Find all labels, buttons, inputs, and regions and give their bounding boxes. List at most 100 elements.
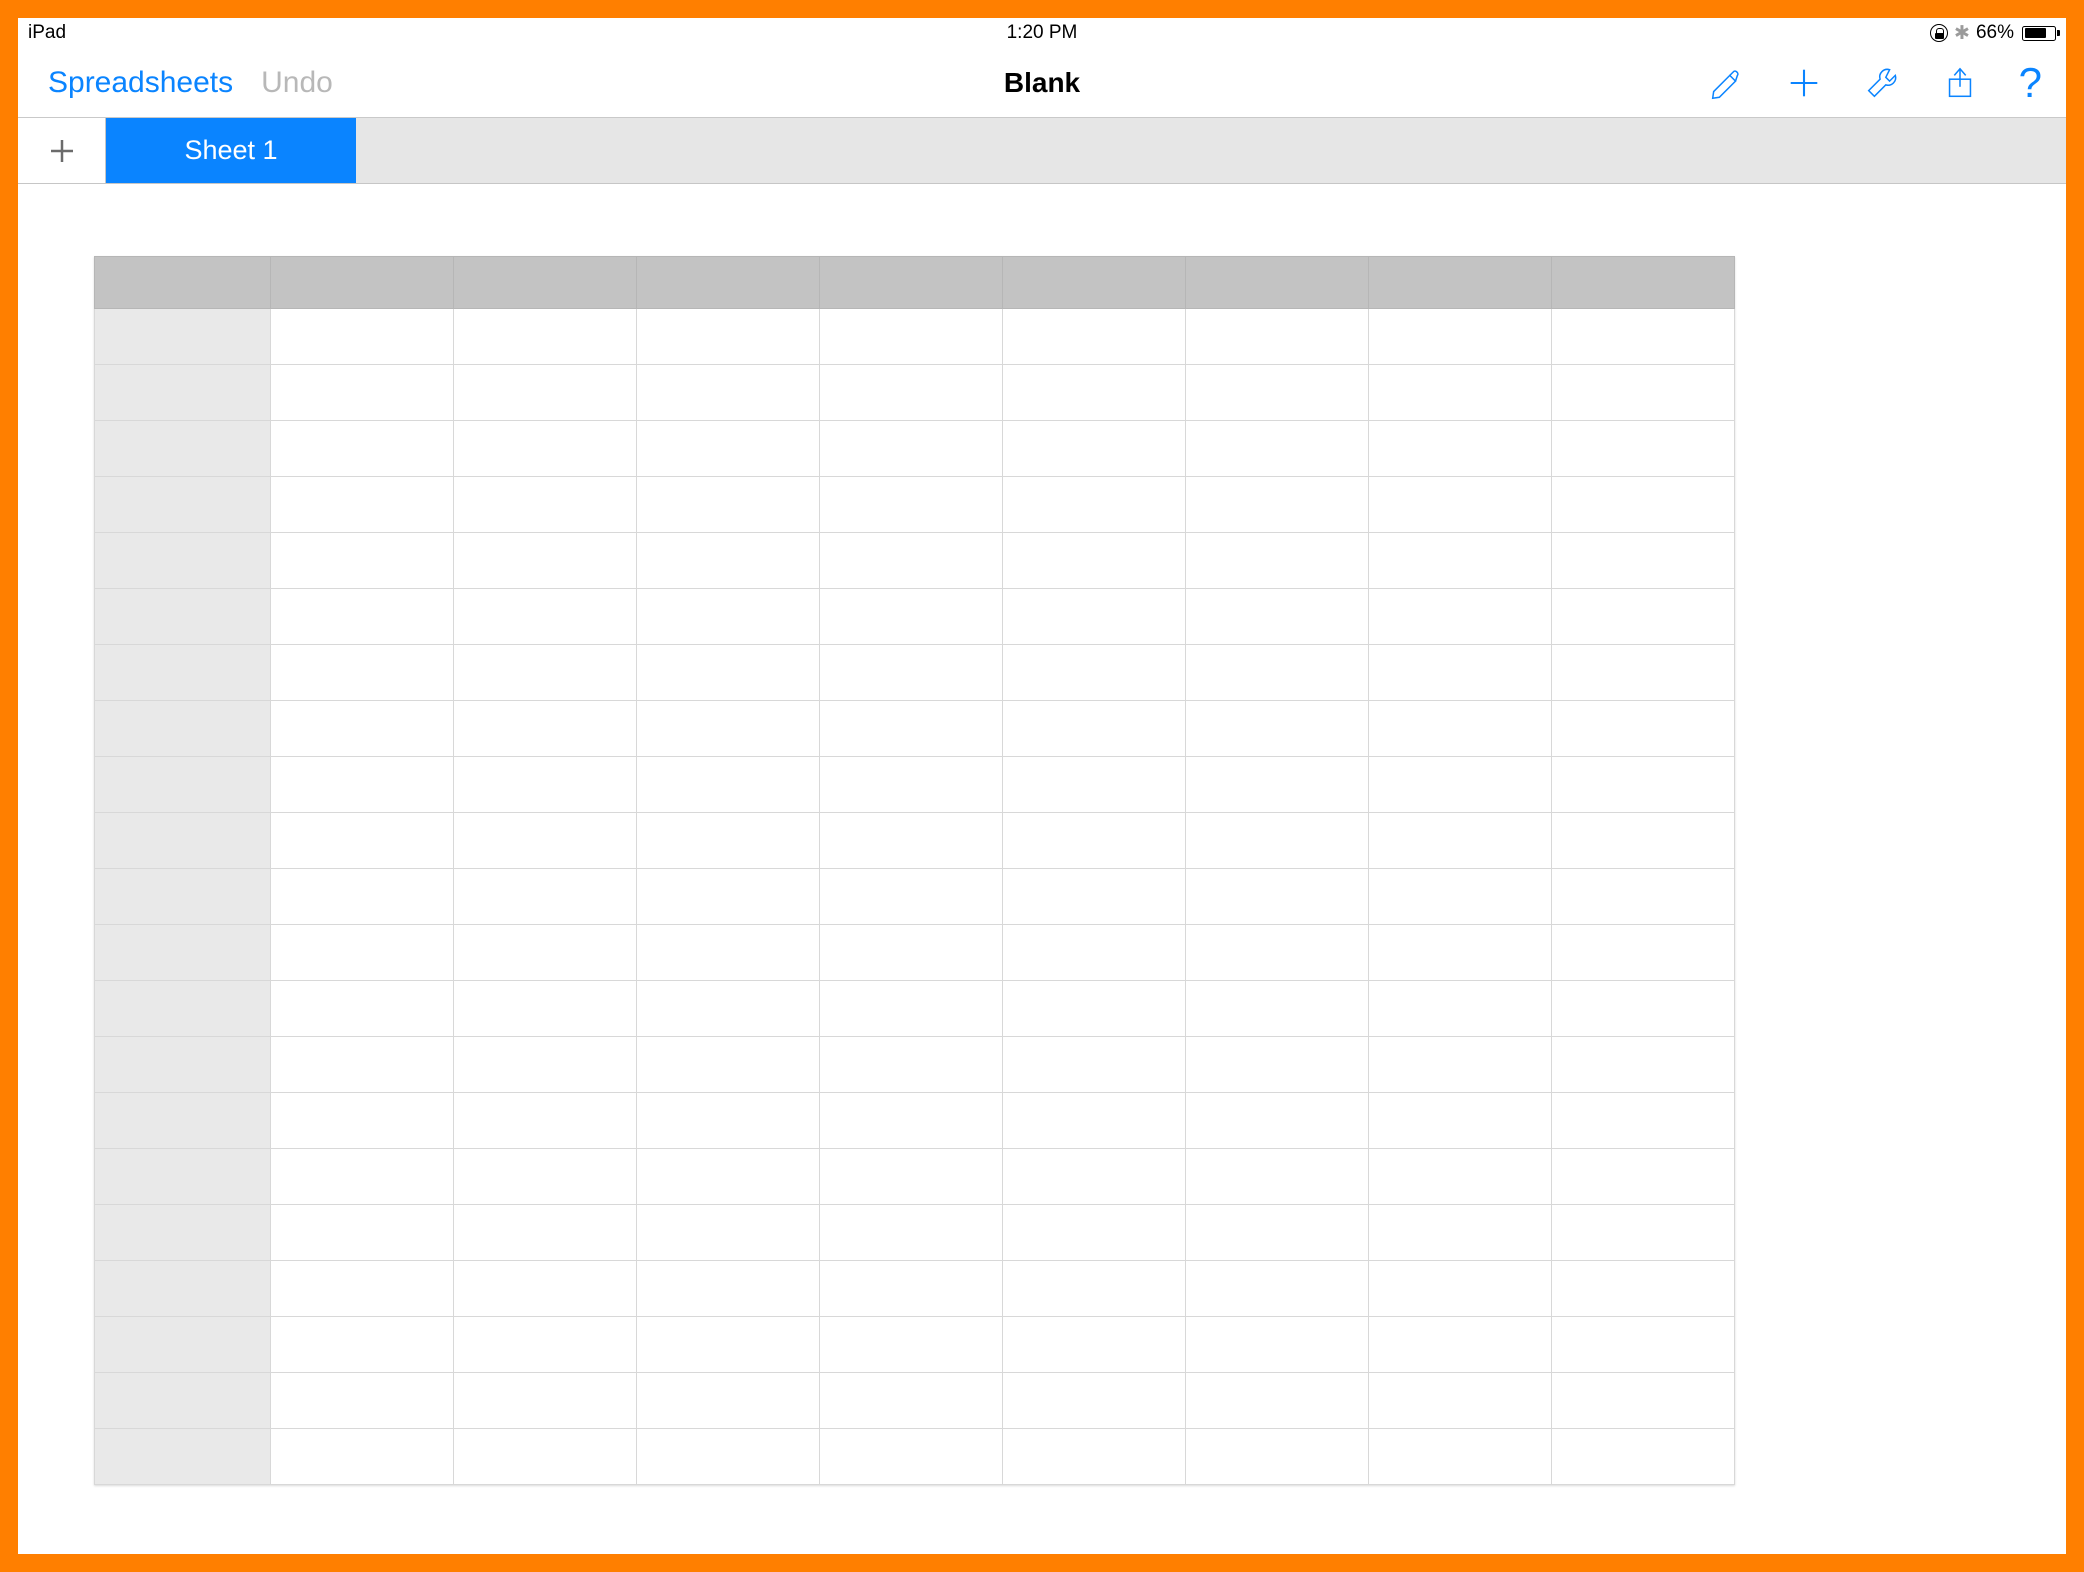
cell[interactable] bbox=[271, 869, 454, 925]
column-header[interactable] bbox=[820, 257, 1003, 309]
spreadsheet-canvas[interactable] bbox=[18, 184, 2066, 1554]
cell[interactable] bbox=[454, 309, 637, 365]
cell[interactable] bbox=[820, 1149, 1003, 1205]
cell[interactable] bbox=[1369, 365, 1552, 421]
cell[interactable] bbox=[454, 1037, 637, 1093]
cell[interactable] bbox=[637, 1317, 820, 1373]
cell[interactable] bbox=[271, 1261, 454, 1317]
column-header[interactable] bbox=[1003, 257, 1186, 309]
cell[interactable] bbox=[1369, 1429, 1552, 1485]
cell[interactable] bbox=[271, 701, 454, 757]
row-header[interactable] bbox=[95, 981, 271, 1037]
cell[interactable] bbox=[1186, 645, 1369, 701]
cell[interactable] bbox=[1552, 533, 1735, 589]
cell[interactable] bbox=[454, 1205, 637, 1261]
insert-plus-icon[interactable] bbox=[1785, 64, 1823, 102]
cell[interactable] bbox=[637, 477, 820, 533]
cell[interactable] bbox=[454, 701, 637, 757]
cell[interactable] bbox=[454, 477, 637, 533]
cell[interactable] bbox=[454, 589, 637, 645]
cell[interactable] bbox=[1003, 981, 1186, 1037]
row-header[interactable] bbox=[95, 589, 271, 645]
back-button[interactable]: Spreadsheets bbox=[48, 66, 233, 100]
cell[interactable] bbox=[1003, 421, 1186, 477]
cell[interactable] bbox=[1552, 1037, 1735, 1093]
cell[interactable] bbox=[820, 589, 1003, 645]
cell[interactable] bbox=[1003, 1205, 1186, 1261]
cell[interactable] bbox=[1369, 981, 1552, 1037]
cell[interactable] bbox=[1552, 365, 1735, 421]
cell[interactable] bbox=[454, 1317, 637, 1373]
column-header[interactable] bbox=[1186, 257, 1369, 309]
cell[interactable] bbox=[1552, 309, 1735, 365]
cell[interactable] bbox=[271, 813, 454, 869]
cell[interactable] bbox=[1186, 533, 1369, 589]
sheet-tab-active[interactable]: Sheet 1 bbox=[106, 118, 356, 183]
cell[interactable] bbox=[271, 1149, 454, 1205]
row-header[interactable] bbox=[95, 813, 271, 869]
cell[interactable] bbox=[1003, 1037, 1186, 1093]
cell[interactable] bbox=[1369, 757, 1552, 813]
row-header[interactable] bbox=[95, 1205, 271, 1261]
cell[interactable] bbox=[454, 533, 637, 589]
cell[interactable] bbox=[820, 1373, 1003, 1429]
cell[interactable] bbox=[1003, 1149, 1186, 1205]
cell[interactable] bbox=[1552, 925, 1735, 981]
cell[interactable] bbox=[271, 757, 454, 813]
cell[interactable] bbox=[820, 869, 1003, 925]
cell[interactable] bbox=[1003, 1429, 1186, 1485]
cell[interactable] bbox=[1552, 701, 1735, 757]
row-header[interactable] bbox=[95, 1037, 271, 1093]
cell[interactable] bbox=[454, 645, 637, 701]
cell[interactable] bbox=[1552, 1093, 1735, 1149]
cell[interactable] bbox=[271, 1093, 454, 1149]
row-header[interactable] bbox=[95, 1261, 271, 1317]
row-header[interactable] bbox=[95, 365, 271, 421]
cell[interactable] bbox=[1003, 1261, 1186, 1317]
cell[interactable] bbox=[637, 589, 820, 645]
cell[interactable] bbox=[1369, 1373, 1552, 1429]
cell[interactable] bbox=[1369, 701, 1552, 757]
cell[interactable] bbox=[1003, 589, 1186, 645]
column-header[interactable] bbox=[1552, 257, 1735, 309]
row-header[interactable] bbox=[95, 645, 271, 701]
cell[interactable] bbox=[454, 981, 637, 1037]
cell[interactable] bbox=[1552, 1205, 1735, 1261]
cell[interactable] bbox=[637, 701, 820, 757]
cell[interactable] bbox=[1369, 421, 1552, 477]
cell[interactable] bbox=[1552, 869, 1735, 925]
cell[interactable] bbox=[637, 925, 820, 981]
cell[interactable] bbox=[1186, 701, 1369, 757]
cell[interactable] bbox=[271, 589, 454, 645]
cell[interactable] bbox=[271, 645, 454, 701]
column-header[interactable] bbox=[1369, 257, 1552, 309]
cell[interactable] bbox=[1003, 309, 1186, 365]
cell[interactable] bbox=[1186, 309, 1369, 365]
cell[interactable] bbox=[1369, 869, 1552, 925]
row-header[interactable] bbox=[95, 757, 271, 813]
row-header[interactable] bbox=[95, 1317, 271, 1373]
cell[interactable] bbox=[1369, 813, 1552, 869]
cell[interactable] bbox=[271, 1317, 454, 1373]
cell[interactable] bbox=[1186, 1037, 1369, 1093]
cell[interactable] bbox=[1003, 701, 1186, 757]
corner-header[interactable] bbox=[95, 257, 271, 309]
undo-button[interactable]: Undo bbox=[261, 66, 333, 100]
row-header[interactable] bbox=[95, 1149, 271, 1205]
cell[interactable] bbox=[271, 1037, 454, 1093]
document-title[interactable]: Blank bbox=[1004, 67, 1080, 99]
row-header[interactable] bbox=[95, 421, 271, 477]
cell[interactable] bbox=[271, 981, 454, 1037]
cell[interactable] bbox=[820, 533, 1003, 589]
row-header[interactable] bbox=[95, 869, 271, 925]
cell[interactable] bbox=[1369, 1149, 1552, 1205]
cell[interactable] bbox=[271, 1373, 454, 1429]
cell[interactable] bbox=[454, 1261, 637, 1317]
cell[interactable] bbox=[637, 309, 820, 365]
cell[interactable] bbox=[820, 813, 1003, 869]
cell[interactable] bbox=[820, 1261, 1003, 1317]
cell[interactable] bbox=[454, 1429, 637, 1485]
cell[interactable] bbox=[271, 1429, 454, 1485]
cell[interactable] bbox=[1003, 365, 1186, 421]
format-paintbrush-icon[interactable] bbox=[1707, 64, 1745, 102]
